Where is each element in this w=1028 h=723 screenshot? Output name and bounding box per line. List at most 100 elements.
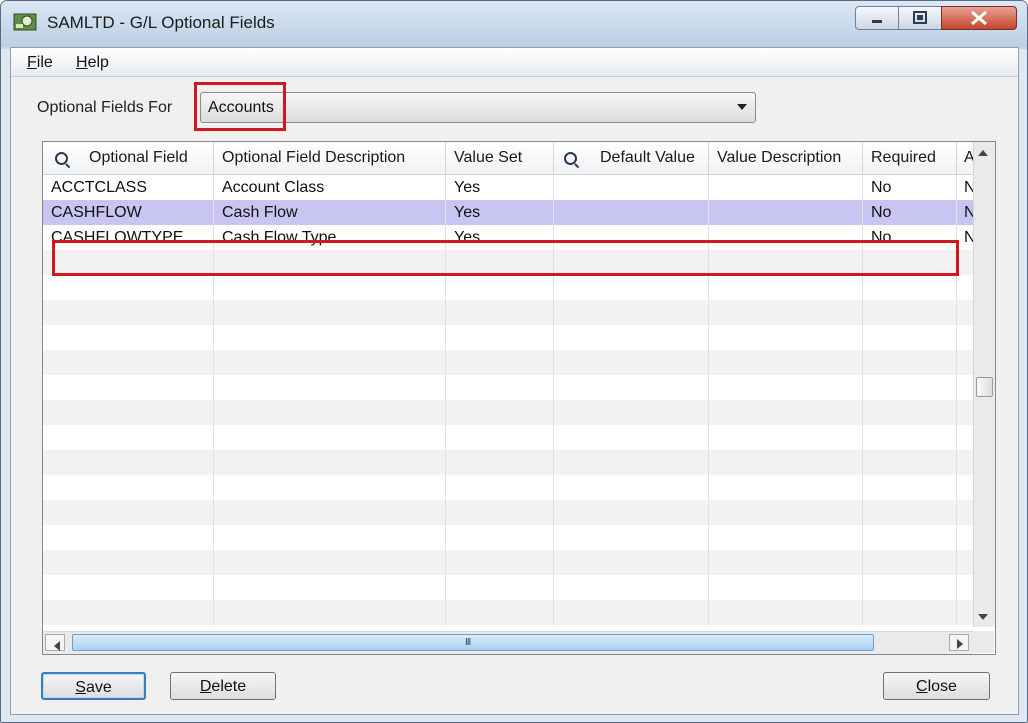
table-cell[interactable]: [957, 600, 973, 625]
table-cell[interactable]: [554, 575, 709, 600]
scroll-right-button[interactable]: [949, 634, 969, 651]
table-cell[interactable]: [446, 300, 554, 325]
table-cell[interactable]: [446, 375, 554, 400]
table-cell[interactable]: [863, 475, 957, 500]
empty-table-row[interactable]: [43, 550, 973, 575]
table-cell[interactable]: [554, 200, 709, 225]
table-cell[interactable]: [709, 550, 863, 575]
table-cell[interactable]: [214, 275, 446, 300]
table-cell[interactable]: [43, 300, 214, 325]
table-cell[interactable]: [863, 300, 957, 325]
table-cell[interactable]: [43, 500, 214, 525]
empty-table-row[interactable]: [43, 425, 973, 450]
scroll-left-button[interactable]: [45, 634, 65, 651]
table-cell[interactable]: [957, 300, 973, 325]
table-cell[interactable]: [957, 250, 973, 275]
column-header-default-value[interactable]: Default Value: [554, 142, 709, 174]
empty-table-row[interactable]: [43, 525, 973, 550]
table-cell[interactable]: [863, 275, 957, 300]
table-cell[interactable]: [709, 275, 863, 300]
table-cell[interactable]: [554, 525, 709, 550]
table-cell[interactable]: [43, 375, 214, 400]
table-cell[interactable]: [554, 300, 709, 325]
table-cell[interactable]: [957, 350, 973, 375]
column-header-required[interactable]: Required: [863, 142, 957, 174]
table-cell[interactable]: [709, 575, 863, 600]
table-cell[interactable]: N: [957, 175, 973, 200]
table-cell[interactable]: [554, 425, 709, 450]
table-cell[interactable]: [709, 300, 863, 325]
table-cell[interactable]: [709, 200, 863, 225]
table-cell[interactable]: [709, 375, 863, 400]
table-cell[interactable]: Yes: [446, 200, 554, 225]
table-cell[interactable]: [214, 525, 446, 550]
table-cell[interactable]: [554, 600, 709, 625]
search-icon[interactable]: [55, 152, 68, 165]
table-cell[interactable]: [214, 350, 446, 375]
table-cell[interactable]: [446, 600, 554, 625]
column-header-value-set[interactable]: Value Set: [446, 142, 554, 174]
table-cell[interactable]: [709, 500, 863, 525]
scroll-up-arrow-icon[interactable]: [978, 150, 988, 156]
table-row[interactable]: ACCTCLASSAccount ClassYes NoN: [43, 175, 973, 200]
table-cell[interactable]: [957, 325, 973, 350]
table-cell[interactable]: [957, 400, 973, 425]
table-cell[interactable]: [446, 325, 554, 350]
table-cell[interactable]: No: [863, 200, 957, 225]
table-cell[interactable]: [43, 550, 214, 575]
table-cell[interactable]: [446, 400, 554, 425]
table-cell[interactable]: [446, 275, 554, 300]
table-cell[interactable]: [709, 175, 863, 200]
table-cell[interactable]: [446, 500, 554, 525]
table-cell[interactable]: [214, 600, 446, 625]
table-cell[interactable]: [446, 575, 554, 600]
empty-table-row[interactable]: [43, 500, 973, 525]
scroll-down-arrow-icon[interactable]: [978, 614, 988, 620]
menu-help[interactable]: Help: [76, 54, 109, 72]
table-cell[interactable]: [709, 475, 863, 500]
empty-table-row[interactable]: [43, 475, 973, 500]
table-cell[interactable]: [863, 425, 957, 450]
column-header-value-description[interactable]: Value Description: [709, 142, 863, 174]
table-cell[interactable]: [709, 600, 863, 625]
table-cell[interactable]: [863, 375, 957, 400]
table-cell[interactable]: [957, 500, 973, 525]
table-cell[interactable]: ACCTCLASS: [43, 175, 214, 200]
table-cell[interactable]: [214, 550, 446, 575]
table-cell[interactable]: [709, 425, 863, 450]
table-cell[interactable]: [554, 175, 709, 200]
table-cell[interactable]: [446, 350, 554, 375]
table-cell[interactable]: [43, 600, 214, 625]
empty-table-row[interactable]: [43, 300, 973, 325]
horizontal-scrollbar[interactable]: III: [43, 631, 973, 654]
vertical-scrollbar[interactable]: [973, 142, 995, 627]
table-cell[interactable]: [863, 350, 957, 375]
table-cell[interactable]: [446, 425, 554, 450]
table-cell[interactable]: [957, 425, 973, 450]
table-cell[interactable]: [709, 525, 863, 550]
table-cell[interactable]: [214, 450, 446, 475]
table-cell[interactable]: [446, 550, 554, 575]
column-header-a[interactable]: A: [957, 142, 973, 174]
table-cell[interactable]: [554, 400, 709, 425]
table-cell[interactable]: [957, 375, 973, 400]
table-row[interactable]: CASHFLOWCash FlowYes NoN: [43, 200, 973, 225]
table-cell[interactable]: [863, 575, 957, 600]
close-window-button[interactable]: [941, 6, 1017, 30]
table-cell[interactable]: [863, 450, 957, 475]
menu-file[interactable]: File: [27, 54, 53, 72]
table-cell[interactable]: [554, 350, 709, 375]
empty-table-row[interactable]: [43, 450, 973, 475]
table-cell[interactable]: [214, 300, 446, 325]
table-cell[interactable]: [446, 525, 554, 550]
maximize-button[interactable]: [898, 6, 942, 30]
empty-table-row[interactable]: [43, 325, 973, 350]
table-cell[interactable]: [214, 375, 446, 400]
horizontal-scroll-thumb[interactable]: III: [72, 634, 874, 651]
table-cell[interactable]: [554, 475, 709, 500]
table-cell[interactable]: [709, 400, 863, 425]
table-cell[interactable]: [214, 325, 446, 350]
empty-table-row[interactable]: [43, 600, 973, 625]
table-cell[interactable]: [957, 450, 973, 475]
empty-table-row[interactable]: [43, 275, 973, 300]
